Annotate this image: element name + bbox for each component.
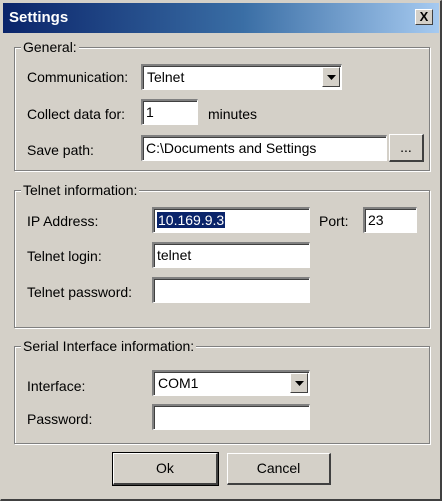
- communication-value: Telnet: [147, 69, 185, 85]
- title-bar: Settings X: [3, 3, 439, 33]
- ip-address-value: 10.169.9.3: [157, 212, 226, 228]
- telnet-login-label: Telnet login:: [27, 248, 102, 264]
- settings-dialog: Settings X General: Communication: Telne…: [0, 0, 442, 501]
- save-path-input[interactable]: C:\Documents and Settings: [141, 135, 387, 161]
- interface-label: Interface:: [27, 378, 86, 394]
- chevron-down-icon: [327, 75, 336, 80]
- collect-data-input[interactable]: 1: [141, 99, 198, 125]
- collect-data-unit: minutes: [208, 106, 258, 122]
- interface-dropdown-button[interactable]: [290, 373, 308, 393]
- dialog-title: Settings: [9, 9, 69, 26]
- cancel-button[interactable]: Cancel: [227, 453, 331, 485]
- general-legend: General:: [21, 39, 79, 55]
- ip-address-input[interactable]: 10.169.9.3: [152, 207, 310, 233]
- communication-select[interactable]: Telnet: [141, 64, 342, 90]
- ok-button[interactable]: Ok: [112, 452, 219, 486]
- port-label: Port:: [319, 213, 349, 229]
- communication-label: Communication:: [27, 69, 129, 85]
- collect-data-label: Collect data for:: [27, 106, 126, 122]
- telnet-legend: Telnet information:: [21, 182, 140, 198]
- serial-password-label: Password:: [27, 411, 93, 427]
- telnet-password-input[interactable]: [152, 277, 310, 303]
- serial-legend: Serial Interface information:: [21, 338, 197, 354]
- interface-select[interactable]: COM1: [152, 370, 310, 396]
- port-value: 23: [368, 212, 384, 228]
- telnet-password-label: Telnet password:: [27, 284, 133, 300]
- save-path-value: C:\Documents and Settings: [146, 140, 317, 156]
- save-path-label: Save path:: [27, 142, 94, 158]
- ip-address-label: IP Address:: [27, 213, 99, 229]
- collect-data-value: 1: [146, 104, 154, 120]
- serial-password-input[interactable]: [152, 404, 310, 430]
- telnet-login-value: telnet: [157, 247, 192, 263]
- telnet-login-input[interactable]: telnet: [152, 242, 310, 268]
- close-button[interactable]: X: [415, 9, 433, 25]
- interface-value: COM1: [158, 375, 199, 391]
- close-icon: X: [419, 9, 429, 24]
- port-input[interactable]: 23: [363, 207, 417, 233]
- communication-dropdown-button[interactable]: [322, 67, 340, 87]
- browse-button[interactable]: ...: [389, 134, 424, 162]
- chevron-down-icon: [295, 381, 304, 386]
